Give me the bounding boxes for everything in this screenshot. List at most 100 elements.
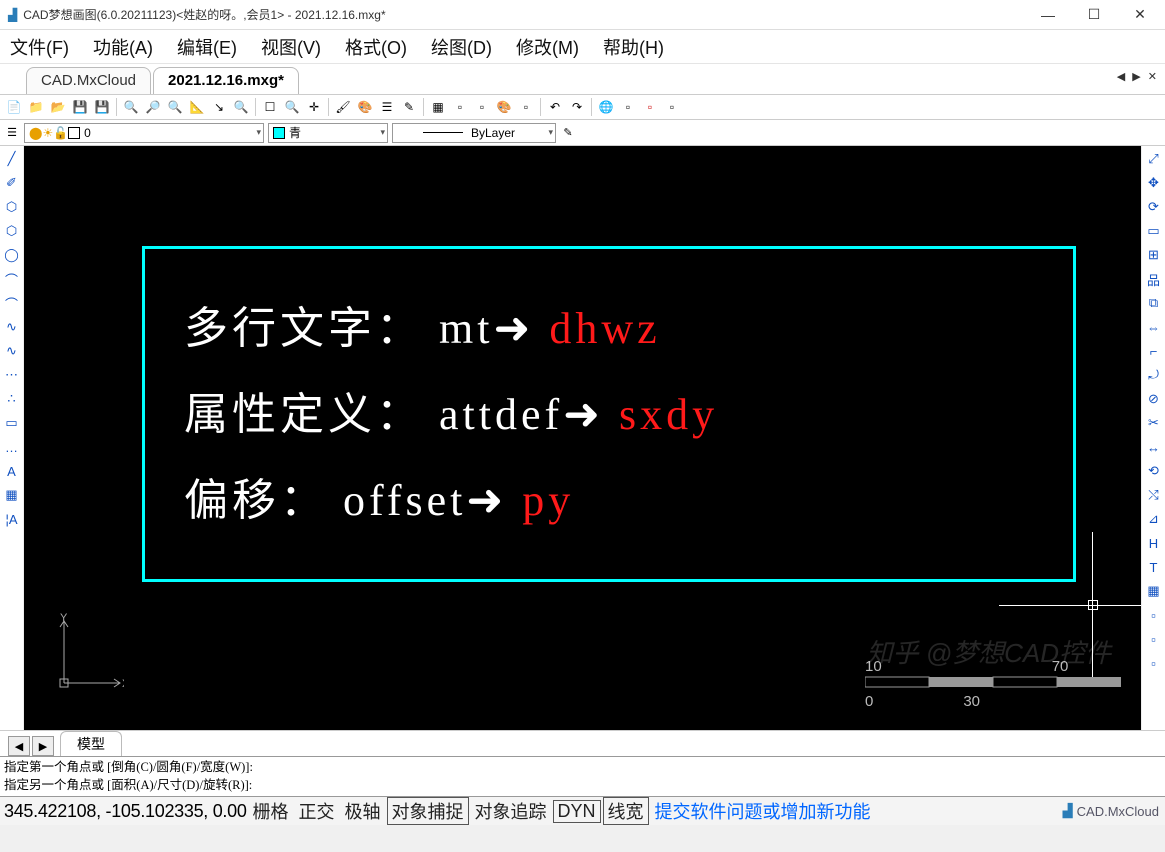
menu-draw[interactable]: 绘图(D) (431, 34, 492, 60)
drawing-canvas[interactable]: 多行文字： mt➜ dhwz 属性定义： attdef➜ sxdy 偏移： of… (24, 146, 1141, 730)
tool-icon[interactable]: ∿ (3, 318, 21, 336)
pdf-icon[interactable]: ▫ (640, 97, 660, 117)
menu-help[interactable]: 帮助(H) (603, 34, 664, 60)
tool-icon[interactable]: A (3, 462, 21, 480)
paint-icon[interactable]: 🎨 (494, 97, 514, 117)
tool-icon[interactable]: ⧉ (1145, 294, 1163, 312)
save-icon[interactable]: 💾 (70, 97, 90, 117)
tool-icon[interactable]: T (1145, 558, 1163, 576)
tool-icon[interactable]: ▭ (3, 414, 21, 432)
block-icon[interactable]: ▫ (450, 97, 470, 117)
sheet-prev-button[interactable]: ◀ (8, 736, 30, 756)
tool-icon[interactable]: ✐ (3, 174, 21, 192)
zoom-icon[interactable]: 🔍 (121, 97, 141, 117)
box-icon[interactable]: ☐ (260, 97, 280, 117)
menu-view[interactable]: 视图(V) (261, 34, 321, 60)
globe-icon[interactable]: 🌐 (596, 97, 616, 117)
zoom3-icon[interactable]: 🔍 (231, 97, 251, 117)
sheet-model[interactable]: 模型 (60, 731, 122, 756)
tool-icon[interactable]: ▫ (1145, 630, 1163, 648)
tool-icon[interactable]: ⤾ (1145, 366, 1163, 384)
sel-icon[interactable]: ▫ (516, 97, 536, 117)
layer-dropdown[interactable]: ⬤☀🔓 0 (24, 123, 264, 143)
saveas-icon[interactable]: 💾 (92, 97, 112, 117)
linetype-dropdown[interactable]: ByLayer (392, 123, 556, 143)
tool-icon[interactable]: ✥ (1145, 174, 1163, 192)
tool-icon[interactable]: ⤭ (1145, 486, 1163, 504)
folder2-icon[interactable]: 📂 (48, 97, 68, 117)
tool-icon[interactable]: ⌒ (3, 294, 21, 312)
feedback-link[interactable]: 提交软件问题或增加新功能 (651, 798, 875, 824)
tool-icon[interactable]: H (1145, 534, 1163, 552)
tool-icon[interactable]: ✂ (1145, 414, 1163, 432)
tool-icon[interactable]: … (3, 438, 21, 456)
brush-icon[interactable]: ✎ (560, 125, 576, 141)
export-icon[interactable]: ▫ (662, 97, 682, 117)
tool-icon[interactable]: ⬡ (3, 198, 21, 216)
menu-file[interactable]: 文件(F) (10, 34, 69, 60)
layermgr-icon[interactable]: ☰ (4, 125, 20, 141)
undo-icon[interactable]: ↶ (545, 97, 565, 117)
tool-icon[interactable]: ¦A (3, 510, 21, 528)
color-dropdown[interactable]: 青 (268, 123, 388, 143)
menu-modify[interactable]: 修改(M) (516, 34, 579, 60)
tool-icon[interactable]: ∴ (3, 390, 21, 408)
tool-icon[interactable]: ▫ (1145, 654, 1163, 672)
tool-icon[interactable]: ⊘ (1145, 390, 1163, 408)
new-icon[interactable]: 📄 (4, 97, 24, 117)
mode-dyn[interactable]: DYN (553, 800, 601, 823)
menu-format[interactable]: 格式(O) (345, 34, 407, 60)
tool-icon[interactable]: ▫ (1145, 606, 1163, 624)
menu-func[interactable]: 功能(A) (93, 34, 153, 60)
minimize-button[interactable]: — (1025, 0, 1071, 30)
tab-nav-buttons[interactable]: ◀ ▶ ✕ (1117, 70, 1159, 83)
tool-icon[interactable]: ⋯ (3, 366, 21, 384)
mode-lwt[interactable]: 线宽 (603, 797, 649, 825)
tool-icon[interactable]: ∿ (3, 342, 21, 360)
mode-polar[interactable]: 极轴 (341, 798, 385, 824)
menu-edit[interactable]: 编辑(E) (177, 34, 237, 60)
wblock-icon[interactable]: ▫ (472, 97, 492, 117)
coordinates: 345.422108, -105.102335, 0.00 (4, 801, 247, 822)
tool-icon[interactable]: ⤢ (1145, 150, 1163, 168)
tool-icon[interactable]: ▦ (1145, 582, 1163, 600)
tool-icon[interactable]: ╱ (3, 150, 21, 168)
tool1-icon[interactable]: 📐 (187, 97, 207, 117)
mode-grid[interactable]: 栅格 (249, 798, 293, 824)
img-icon[interactable]: ▫ (618, 97, 638, 117)
tool-icon[interactable]: ↔ (1145, 438, 1163, 456)
redo-icon[interactable]: ↷ (567, 97, 587, 117)
zoomext-icon[interactable]: 🔍 (165, 97, 185, 117)
tool2-icon[interactable]: ↘ (209, 97, 229, 117)
grid-icon[interactable]: ▦ (428, 97, 448, 117)
color-value: 青 (289, 124, 301, 141)
tool-icon[interactable]: ⇔ (1145, 318, 1163, 336)
tool-icon[interactable]: 品 (1145, 270, 1163, 288)
tool-icon[interactable]: ◯ (3, 246, 21, 264)
tool-icon[interactable]: ▭ (1145, 222, 1163, 240)
sheet-next-button[interactable]: ▶ (32, 736, 54, 756)
zoomin-icon[interactable]: 🔎 (143, 97, 163, 117)
tool-icon[interactable]: ⟲ (1145, 462, 1163, 480)
palette-icon[interactable]: 🎨 (355, 97, 375, 117)
folder-icon[interactable]: 📁 (26, 97, 46, 117)
mode-otrack[interactable]: 对象追踪 (471, 798, 551, 824)
tab-cloud[interactable]: CAD.MxCloud (26, 67, 151, 94)
mode-ortho[interactable]: 正交 (295, 798, 339, 824)
close-button[interactable]: ✕ (1117, 0, 1163, 30)
tool-icon[interactable]: ▦ (3, 486, 21, 504)
tool-icon[interactable]: ⌒ (3, 270, 21, 288)
tool-icon[interactable]: ⟳ (1145, 198, 1163, 216)
pen-icon[interactable]: ✎ (399, 97, 419, 117)
maximize-button[interactable]: ☐ (1071, 0, 1117, 30)
tool-icon[interactable]: ⌐ (1145, 342, 1163, 360)
tool-icon[interactable]: ⬡ (3, 222, 21, 240)
mode-osnap[interactable]: 对象捕捉 (387, 797, 469, 825)
brush-icon[interactable]: 🖌 (333, 97, 353, 117)
layers-icon[interactable]: ☰ (377, 97, 397, 117)
zoom4-icon[interactable]: 🔍 (282, 97, 302, 117)
tool-icon[interactable]: ⊞ (1145, 246, 1163, 264)
cross-icon[interactable]: ✛ (304, 97, 324, 117)
tool-icon[interactable]: ⊿ (1145, 510, 1163, 528)
tab-current[interactable]: 2021.12.16.mxg* (153, 67, 299, 94)
